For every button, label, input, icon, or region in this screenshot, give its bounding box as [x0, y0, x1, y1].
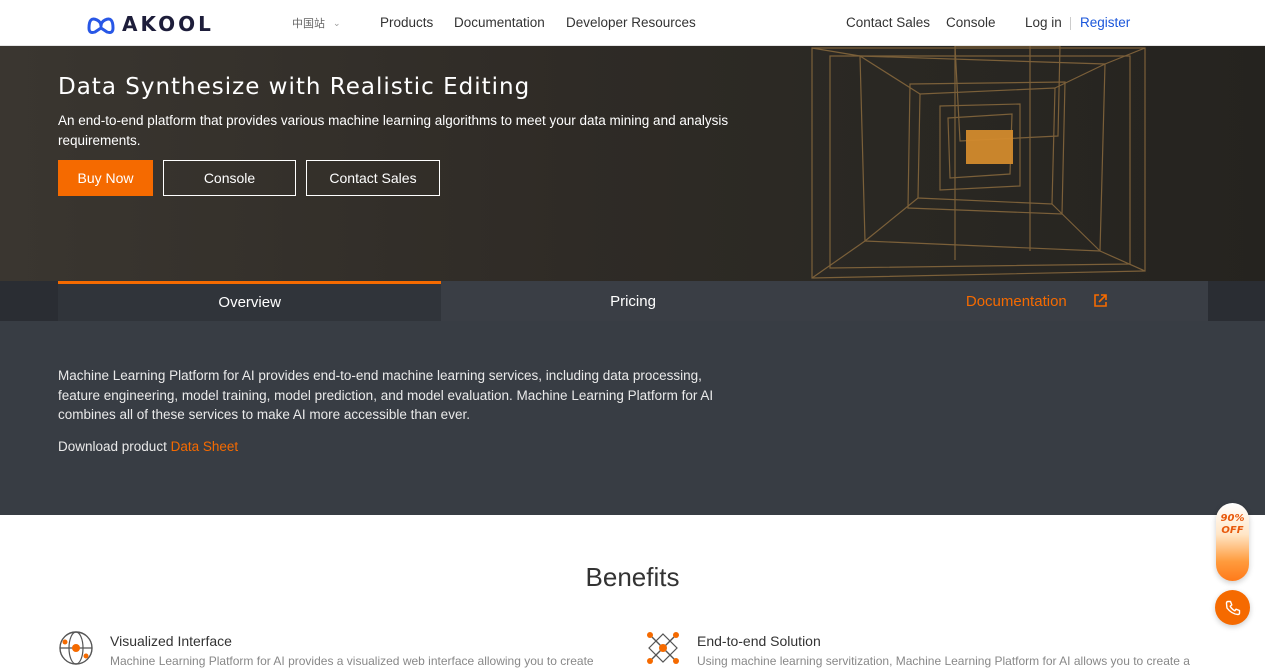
download-prefix: Download product: [58, 439, 171, 454]
hero-title: Data Synthesize with Realistic Editing: [58, 74, 531, 100]
phone-contact-button[interactable]: [1215, 590, 1250, 625]
contact-sales-button[interactable]: Contact Sales: [306, 160, 440, 196]
globe-target-icon: [59, 631, 93, 665]
logo-mark-icon: [87, 17, 115, 34]
region-label: 中国站: [292, 18, 325, 30]
nav-divider: [1070, 17, 1071, 30]
external-link-icon: [1094, 294, 1107, 307]
console-button[interactable]: Console: [163, 160, 296, 196]
top-navigation: AKOOL 中国站 ⌄ Products Documentation Devel…: [0, 0, 1265, 46]
tab-pricing[interactable]: Pricing: [441, 281, 824, 321]
tabs-container: Overview Pricing Documentation: [58, 281, 1208, 321]
buy-now-button[interactable]: Buy Now: [58, 160, 153, 196]
nav-developer-resources[interactable]: Developer Resources: [566, 15, 696, 30]
network-x-icon: [647, 632, 679, 664]
promo-badge[interactable]: 90% OFF: [1216, 503, 1249, 581]
register-link[interactable]: Register: [1080, 15, 1130, 30]
phone-icon: [1225, 600, 1240, 615]
data-sheet-link[interactable]: Data Sheet: [171, 439, 239, 454]
benefits-heading: Benefits: [585, 562, 680, 592]
login-link[interactable]: Log in: [1025, 15, 1062, 30]
nav-documentation[interactable]: Documentation: [454, 15, 545, 30]
region-selector[interactable]: 中国站 ⌄: [292, 15, 341, 31]
chevron-down-icon: ⌄: [333, 17, 341, 28]
benefit-title: Visualized Interface: [110, 633, 232, 649]
benefit-description: Using machine learning servitization, Ma…: [697, 654, 1190, 668]
promo-percent: 90%: [1220, 513, 1245, 524]
tab-documentation-label: Documentation: [965, 292, 1067, 310]
hero-description: An end-to-end platform that provides var…: [58, 113, 729, 148]
download-line: Download product Data Sheet: [58, 439, 238, 454]
benefit-description: Machine Learning Platform for AI provide…: [110, 654, 594, 668]
logo-text: AKOOL: [122, 12, 214, 36]
product-tabs: Overview Pricing Documentation: [0, 281, 1265, 321]
promo-off: OFF: [1221, 525, 1244, 536]
tab-documentation[interactable]: Documentation: [825, 281, 1208, 321]
nav-console[interactable]: Console: [946, 15, 996, 30]
promo-text: 90% OFF: [1216, 513, 1249, 537]
nav-products[interactable]: Products: [380, 15, 433, 30]
hero-banner: Data Synthesize with Realistic Editing A…: [0, 46, 1265, 321]
logo[interactable]: AKOOL: [86, 10, 214, 38]
benefit-title: End-to-end Solution: [697, 633, 821, 649]
overview-text: Machine Learning Platform for AI provide…: [58, 368, 714, 422]
wireframe-cubes-graphic: [811, 46, 1146, 279]
nav-contact-sales[interactable]: Contact Sales: [846, 15, 930, 30]
tab-overview[interactable]: Overview: [58, 281, 442, 321]
overview-panel: Machine Learning Platform for AI provide…: [0, 321, 1265, 515]
